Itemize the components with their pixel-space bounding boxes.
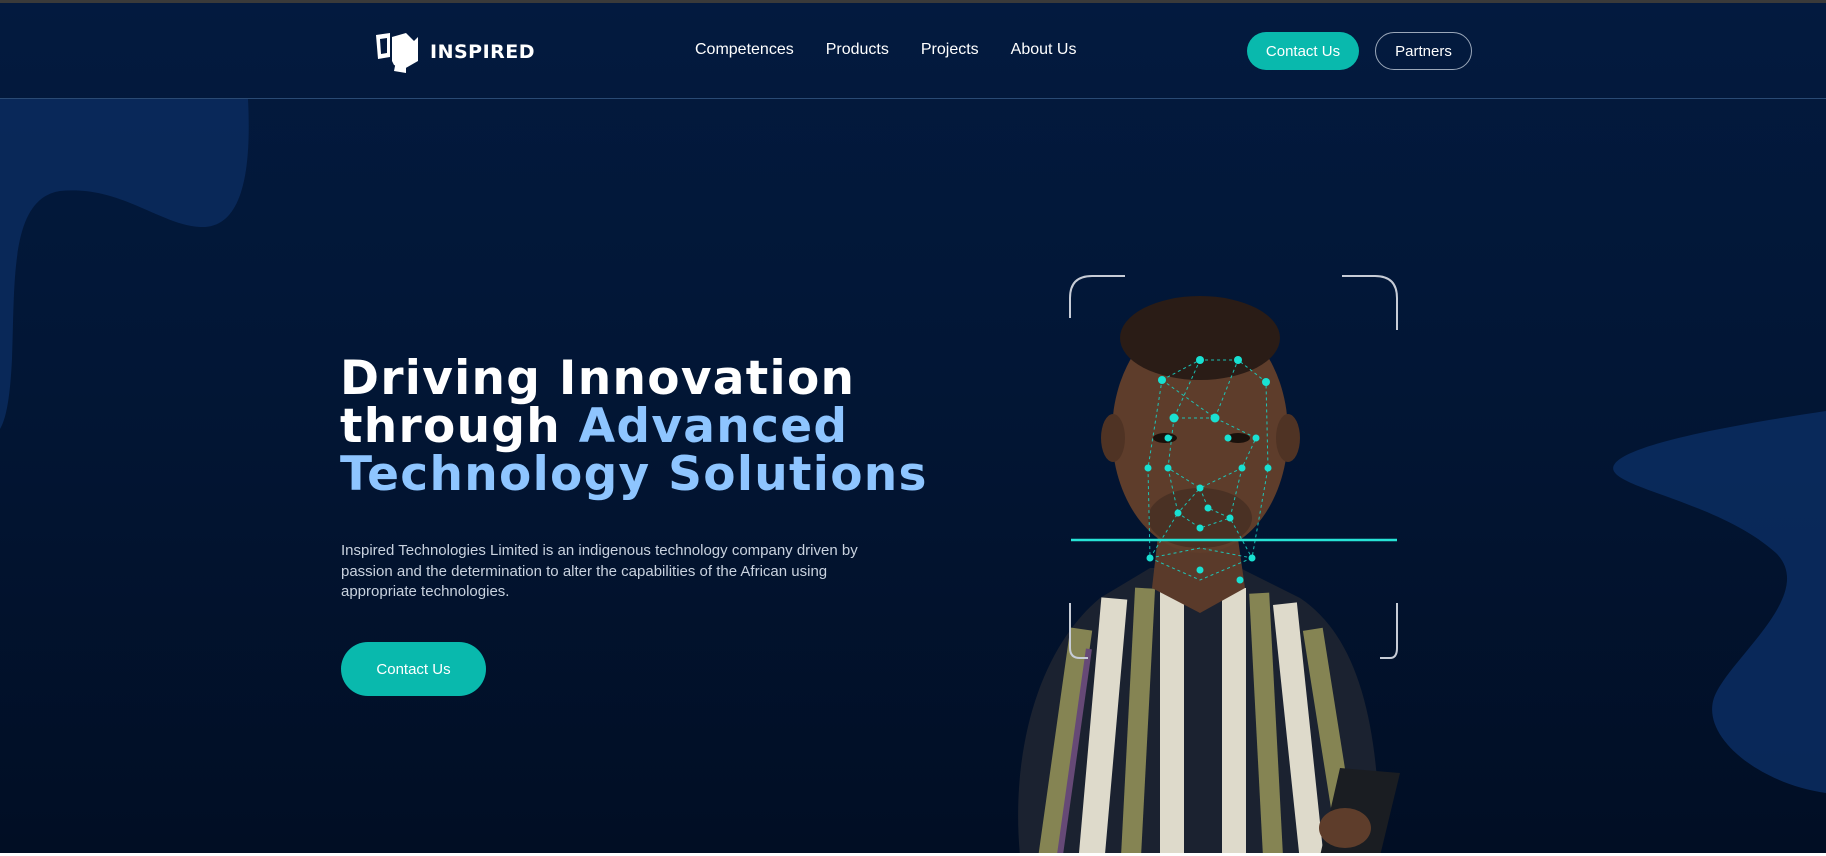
hero-headline: Driving Innovation through Advanced Tech… [340,355,940,499]
nav-link-products[interactable]: Products [826,41,889,59]
decorative-blob-right [1613,411,1826,793]
headline-line-1: Driving Innovation [340,351,856,406]
decorative-blob-left [0,99,249,429]
headline-line-2-accent: Advanced [578,399,849,454]
hero-face-recognition-image [1018,275,1400,853]
nav-contact-button[interactable]: Contact Us [1247,32,1359,70]
page: INSPIRED Competences Products Projects A… [0,0,1826,853]
hero-description: Inspired Technologies Limited is an indi… [341,542,858,600]
brand-name: INSPIRED [430,41,536,63]
nav-link-competences[interactable]: Competences [695,41,794,59]
nav-link-projects[interactable]: Projects [921,41,979,59]
nav-link-about-us[interactable]: About Us [1011,41,1077,59]
main-menu: Competences Products Projects About Us [695,41,1076,59]
headline-line-2-plain: through [340,399,579,454]
hero-contact-button[interactable]: Contact Us [341,642,486,696]
headline-line-3-accent: Technology Solutions [340,447,928,502]
top-navigation: INSPIRED Competences Products Projects A… [0,3,1826,99]
inspired-logo-icon [376,33,418,73]
brand-logo[interactable]: INSPIRED [374,31,535,73]
nav-partners-button[interactable]: Partners [1375,32,1472,70]
